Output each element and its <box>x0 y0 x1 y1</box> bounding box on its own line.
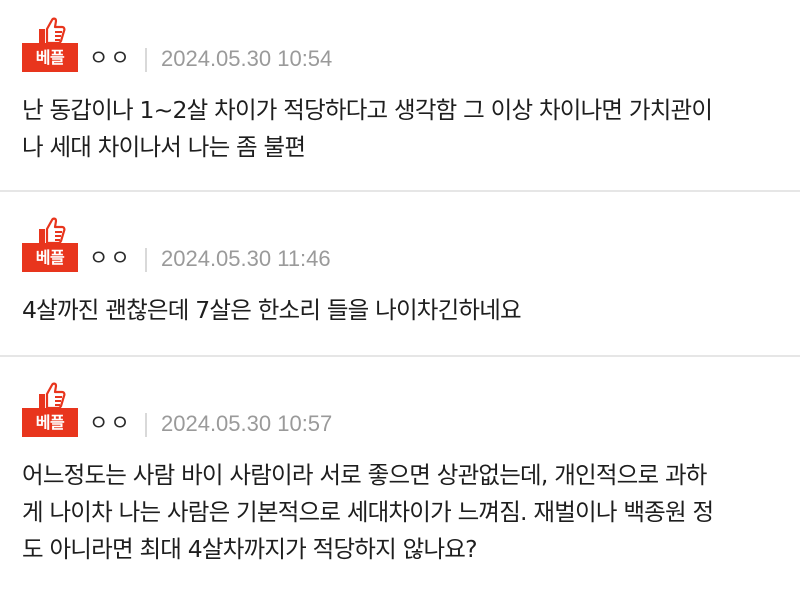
comment-author: ㅇㅇ <box>89 246 132 270</box>
comment-meta: 베플 ㅇㅇ 2024.05.30 11:46 <box>22 216 780 274</box>
comment-timestamp: 2024.05.30 10:57 <box>161 411 333 436</box>
comment-timestamp: 2024.05.30 10:54 <box>161 46 333 71</box>
comment-author: ㅇㅇ <box>89 46 132 70</box>
comment-item: 베플 ㅇㅇ 2024.05.30 10:57 어느정도는 사람 바이 사람이라 … <box>0 357 800 593</box>
meta-divider <box>145 248 147 272</box>
comment-meta: 베플 ㅇㅇ 2024.05.30 10:57 <box>22 381 780 439</box>
thumbs-up-icon <box>39 17 66 44</box>
thumbs-up-icon <box>39 217 66 244</box>
comment-item: 베플 ㅇㅇ 2024.05.30 10:54 난 동갑이나 1~2살 차이가 적… <box>0 0 800 192</box>
comment-author: ㅇㅇ <box>89 411 132 435</box>
best-badge-label: 베플 <box>22 43 78 72</box>
comment-item: 베플 ㅇㅇ 2024.05.30 11:46 4살까진 괜찮은데 7살은 한소리… <box>0 192 800 357</box>
best-comment-badge: 베플 <box>22 216 78 274</box>
comment-list: 베플 ㅇㅇ 2024.05.30 10:54 난 동갑이나 1~2살 차이가 적… <box>0 0 800 593</box>
meta-divider <box>145 413 147 437</box>
comment-text: 어느정도는 사람 바이 사람이라 서로 좋으면 상관없는데, 개인적으로 과하 … <box>22 461 714 563</box>
comment-text: 4살까진 괜찮은데 7살은 한소리 들을 나이차긴하네요 <box>22 296 522 324</box>
comment-timestamp: 2024.05.30 11:46 <box>161 246 331 271</box>
best-badge-label: 베플 <box>22 408 78 437</box>
best-badge-label: 베플 <box>22 243 78 272</box>
meta-divider <box>145 48 147 72</box>
thumbs-up-icon <box>39 382 66 409</box>
comment-text: 난 동갑이나 1~2살 차이가 적당하다고 생각함 그 이상 차이나면 가치관이… <box>22 96 713 161</box>
best-comment-badge: 베플 <box>22 381 78 439</box>
comment-meta: 베플 ㅇㅇ 2024.05.30 10:54 <box>22 16 780 74</box>
best-comment-badge: 베플 <box>22 16 78 74</box>
